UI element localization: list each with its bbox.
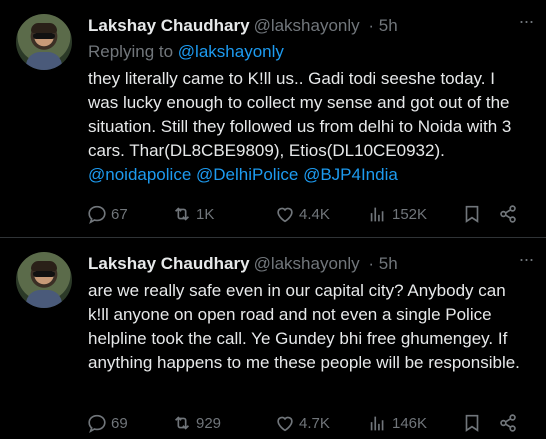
replying-mention[interactable]: @lakshayonly bbox=[178, 42, 284, 61]
views-icon bbox=[370, 416, 384, 431]
view-count: 146K bbox=[392, 414, 428, 432]
more-icon[interactable]: ··· bbox=[516, 250, 536, 272]
reply-icon bbox=[88, 414, 106, 434]
avatar-hair bbox=[31, 261, 57, 271]
avatar-body bbox=[26, 290, 62, 308]
tweet[interactable]: Lakshay Chaudhary @lakshayonly · 5h ··· R… bbox=[0, 0, 546, 238]
avatar[interactable] bbox=[16, 252, 72, 308]
retweet-button[interactable]: 929 bbox=[171, 411, 221, 435]
more-icon[interactable]: ··· bbox=[516, 12, 536, 34]
bookmark-icon bbox=[465, 414, 479, 432]
author-name[interactable]: Lakshay Chaudhary bbox=[88, 254, 250, 273]
bookmark-button[interactable] bbox=[461, 411, 486, 435]
retweet-count: 1K bbox=[196, 205, 215, 223]
tweet-body: they literally came to K!ll us.. Gadi to… bbox=[88, 69, 512, 160]
reply-icon bbox=[88, 205, 106, 225]
tweet-time[interactable]: · 5h bbox=[368, 16, 397, 35]
bookmark-icon bbox=[465, 205, 479, 223]
mention-link[interactable]: @DelhiPolice bbox=[196, 165, 298, 184]
tweet-body: are we really safe even in our capital c… bbox=[88, 281, 520, 372]
reply-button[interactable]: 69 bbox=[86, 411, 128, 435]
bookmark-button[interactable] bbox=[461, 202, 486, 226]
author-handle[interactable]: @lakshayonly bbox=[254, 254, 360, 273]
views-icon bbox=[370, 207, 384, 222]
tweet-text: they literally came to K!ll us.. Gadi to… bbox=[88, 67, 528, 187]
mention-link[interactable]: @noidapolice bbox=[88, 165, 191, 184]
like-count: 4.7K bbox=[299, 414, 330, 432]
like-button[interactable]: 4.4K bbox=[274, 202, 330, 226]
view-count: 152K bbox=[392, 205, 428, 223]
reply-count: 67 bbox=[111, 205, 128, 223]
avatar-hair bbox=[31, 23, 57, 33]
avatar-sunglasses bbox=[33, 271, 55, 277]
views-button[interactable]: 152K bbox=[367, 202, 427, 226]
tweet[interactable]: Lakshay Chaudhary @lakshayonly · 5h ··· a… bbox=[0, 238, 546, 439]
views-button[interactable]: 146K bbox=[367, 411, 427, 435]
reply-button[interactable]: 67 bbox=[86, 202, 128, 226]
avatar[interactable] bbox=[16, 14, 72, 70]
retweet-icon bbox=[174, 207, 190, 221]
avatar-body bbox=[26, 52, 62, 70]
author-handle[interactable]: @lakshayonly bbox=[254, 16, 360, 35]
heart-icon bbox=[277, 207, 293, 223]
heart-icon bbox=[277, 416, 293, 432]
replying-to: Replying to @lakshayonly bbox=[88, 40, 284, 64]
replying-prefix: Replying to bbox=[88, 42, 174, 61]
tweet-header: Lakshay Chaudhary @lakshayonly · 5h bbox=[88, 14, 530, 38]
tweet-actions: 69 929 4.7K 146K bbox=[86, 411, 532, 435]
tweet-header: Lakshay Chaudhary @lakshayonly · 5h bbox=[88, 252, 530, 276]
retweet-count: 929 bbox=[196, 414, 222, 432]
tweet-time[interactable]: · 5h bbox=[368, 254, 397, 273]
share-icon bbox=[500, 205, 516, 223]
mention-link[interactable]: @BJP4India bbox=[303, 165, 398, 184]
share-button[interactable] bbox=[497, 411, 522, 435]
share-icon bbox=[500, 414, 516, 432]
like-button[interactable]: 4.7K bbox=[274, 411, 330, 435]
share-button[interactable] bbox=[497, 202, 522, 226]
reply-count: 69 bbox=[111, 414, 128, 432]
author-name[interactable]: Lakshay Chaudhary bbox=[88, 16, 250, 35]
retweet-icon bbox=[174, 416, 190, 430]
tweet-actions: 67 1K 4.4K 152K bbox=[86, 202, 532, 226]
avatar-sunglasses bbox=[33, 33, 55, 39]
tweet-text: are we really safe even in our capital c… bbox=[88, 279, 528, 375]
retweet-button[interactable]: 1K bbox=[171, 202, 214, 226]
like-count: 4.4K bbox=[299, 205, 330, 223]
